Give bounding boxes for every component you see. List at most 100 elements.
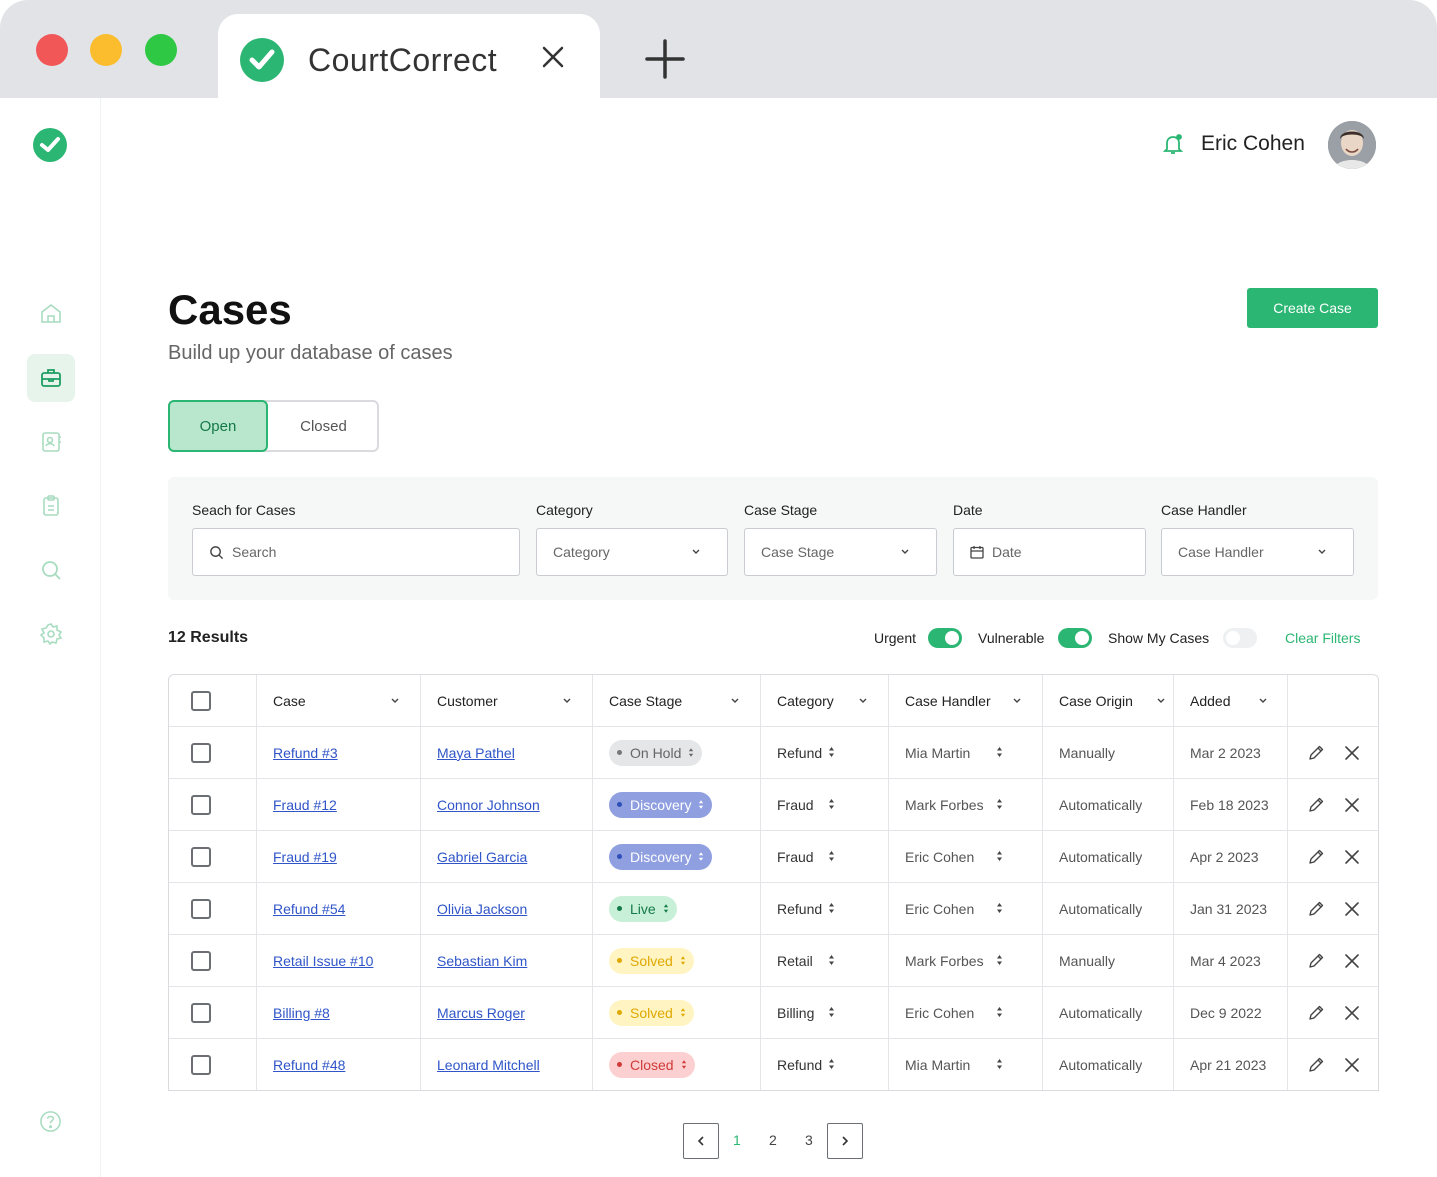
delete-x-icon[interactable] <box>1342 1003 1362 1023</box>
category-value[interactable]: Refund <box>777 901 822 917</box>
case-link[interactable]: Fraud #19 <box>273 849 337 865</box>
sort-icon[interactable] <box>996 901 1003 917</box>
page-1[interactable]: 1 <box>733 1132 741 1148</box>
help-icon[interactable] <box>39 1110 62 1133</box>
chevron-down-icon[interactable] <box>730 697 740 705</box>
header-category[interactable]: Category <box>777 675 834 726</box>
table-row[interactable]: Retail Issue #10 Sebastian Kim Solved Retai… <box>169 935 1378 987</box>
case-link[interactable]: Fraud #12 <box>273 797 337 813</box>
edit-pencil-icon[interactable] <box>1306 1055 1326 1075</box>
chevron-down-icon[interactable] <box>1012 697 1022 705</box>
chevron-down-icon[interactable] <box>562 697 572 705</box>
sidebar-item-tasks[interactable] <box>27 482 75 530</box>
clear-filters-link[interactable]: Clear Filters <box>1285 630 1360 646</box>
row-checkbox[interactable] <box>191 950 211 971</box>
sort-icon[interactable] <box>828 1005 835 1021</box>
sidebar-item-search[interactable] <box>27 546 75 594</box>
table-row[interactable]: Fraud #12 Connor Johnson Discovery Fraud Mar… <box>169 779 1378 831</box>
sort-icon[interactable] <box>828 745 835 761</box>
category-value[interactable]: Fraud <box>777 849 814 865</box>
edit-pencil-icon[interactable] <box>1306 951 1326 971</box>
search-input[interactable]: Search <box>192 528 520 576</box>
pagination-prev-button[interactable] <box>683 1123 719 1159</box>
handler-value[interactable]: Mia Martin <box>905 1057 970 1073</box>
category-value[interactable]: Fraud <box>777 797 814 813</box>
sidebar-item-settings[interactable] <box>27 610 75 658</box>
avatar[interactable] <box>1328 121 1376 169</box>
edit-pencil-icon[interactable] <box>1306 847 1326 867</box>
sort-icon[interactable] <box>828 953 835 969</box>
case-stage-badge[interactable]: Solved <box>609 999 694 1026</box>
case-handler-select[interactable]: Case Handler <box>1161 528 1354 576</box>
sort-icon[interactable] <box>828 1057 835 1073</box>
handler-value[interactable]: Eric Cohen <box>905 901 974 917</box>
handler-value[interactable]: Mark Forbes <box>905 953 984 969</box>
chevron-down-icon[interactable] <box>1156 697 1166 705</box>
case-stage-badge[interactable]: Closed <box>609 1051 695 1078</box>
chevron-down-icon[interactable] <box>390 697 400 705</box>
category-select[interactable]: Category <box>536 528 728 576</box>
delete-x-icon[interactable] <box>1342 743 1362 763</box>
header-case-origin[interactable]: Case Origin <box>1059 675 1133 726</box>
sort-icon[interactable] <box>996 1057 1003 1073</box>
select-all-checkbox[interactable] <box>191 690 211 711</box>
sidebar-item-cases[interactable] <box>27 354 75 402</box>
table-row[interactable]: Billing #8 Marcus Roger Solved Billing Eric … <box>169 987 1378 1039</box>
customer-link[interactable]: Connor Johnson <box>437 797 540 813</box>
header-case-stage[interactable]: Case Stage <box>609 675 682 726</box>
sort-icon[interactable] <box>996 953 1003 969</box>
edit-pencil-icon[interactable] <box>1306 1003 1326 1023</box>
row-checkbox[interactable] <box>191 742 211 763</box>
delete-x-icon[interactable] <box>1342 795 1362 815</box>
tab-open[interactable]: Open <box>168 400 268 452</box>
window-close-dot[interactable] <box>36 34 68 66</box>
notification-bell-icon[interactable] <box>1162 133 1184 155</box>
category-value[interactable]: Refund <box>777 745 822 761</box>
urgent-toggle[interactable] <box>928 628 962 648</box>
row-checkbox[interactable] <box>191 1002 211 1023</box>
row-checkbox[interactable] <box>191 794 211 815</box>
category-value[interactable]: Retail <box>777 953 813 969</box>
sort-icon[interactable] <box>996 745 1003 761</box>
row-checkbox[interactable] <box>191 846 211 867</box>
tab-closed[interactable]: Closed <box>268 402 379 450</box>
category-value[interactable]: Billing <box>777 1005 814 1021</box>
app-logo-icon[interactable] <box>33 128 67 162</box>
sort-icon[interactable] <box>828 849 835 865</box>
case-link[interactable]: Refund #48 <box>273 1057 345 1073</box>
sort-icon[interactable] <box>996 849 1003 865</box>
case-stage-badge[interactable]: Discovery <box>609 791 713 818</box>
edit-pencil-icon[interactable] <box>1306 795 1326 815</box>
case-stage-badge[interactable]: On Hold <box>609 739 703 766</box>
sidebar-item-home[interactable] <box>27 290 75 338</box>
edit-pencil-icon[interactable] <box>1306 899 1326 919</box>
browser-tab[interactable]: CourtCorrect <box>218 14 600 100</box>
customer-link[interactable]: Olivia Jackson <box>437 901 527 917</box>
chevron-down-icon[interactable] <box>858 697 868 705</box>
header-customer[interactable]: Customer <box>437 675 498 726</box>
row-checkbox[interactable] <box>191 898 211 919</box>
show-my-cases-toggle[interactable] <box>1223 628 1257 648</box>
header-case[interactable]: Case <box>273 675 306 726</box>
case-link[interactable]: Billing #8 <box>273 1005 330 1021</box>
sort-icon[interactable] <box>828 797 835 813</box>
page-2[interactable]: 2 <box>769 1132 777 1148</box>
chevron-down-icon[interactable] <box>1258 697 1268 705</box>
handler-value[interactable]: Mia Martin <box>905 745 970 761</box>
customer-link[interactable]: Leonard Mitchell <box>437 1057 540 1073</box>
case-stage-select[interactable]: Case Stage <box>744 528 937 576</box>
handler-value[interactable]: Mark Forbes <box>905 797 984 813</box>
table-row[interactable]: Fraud #19 Gabriel Garcia Discovery Fraud Eri… <box>169 831 1378 883</box>
case-stage-badge[interactable]: Live <box>609 895 677 922</box>
customer-link[interactable]: Gabriel Garcia <box>437 849 527 865</box>
case-link[interactable]: Refund #3 <box>273 745 338 761</box>
handler-value[interactable]: Eric Cohen <box>905 1005 974 1021</box>
close-icon[interactable] <box>538 42 568 72</box>
create-case-button[interactable]: Create Case <box>1247 288 1378 328</box>
plus-icon[interactable] <box>644 38 686 80</box>
row-checkbox[interactable] <box>191 1054 211 1075</box>
date-picker[interactable]: Date <box>953 528 1146 576</box>
delete-x-icon[interactable] <box>1342 847 1362 867</box>
sort-icon[interactable] <box>996 1005 1003 1021</box>
delete-x-icon[interactable] <box>1342 1055 1362 1075</box>
